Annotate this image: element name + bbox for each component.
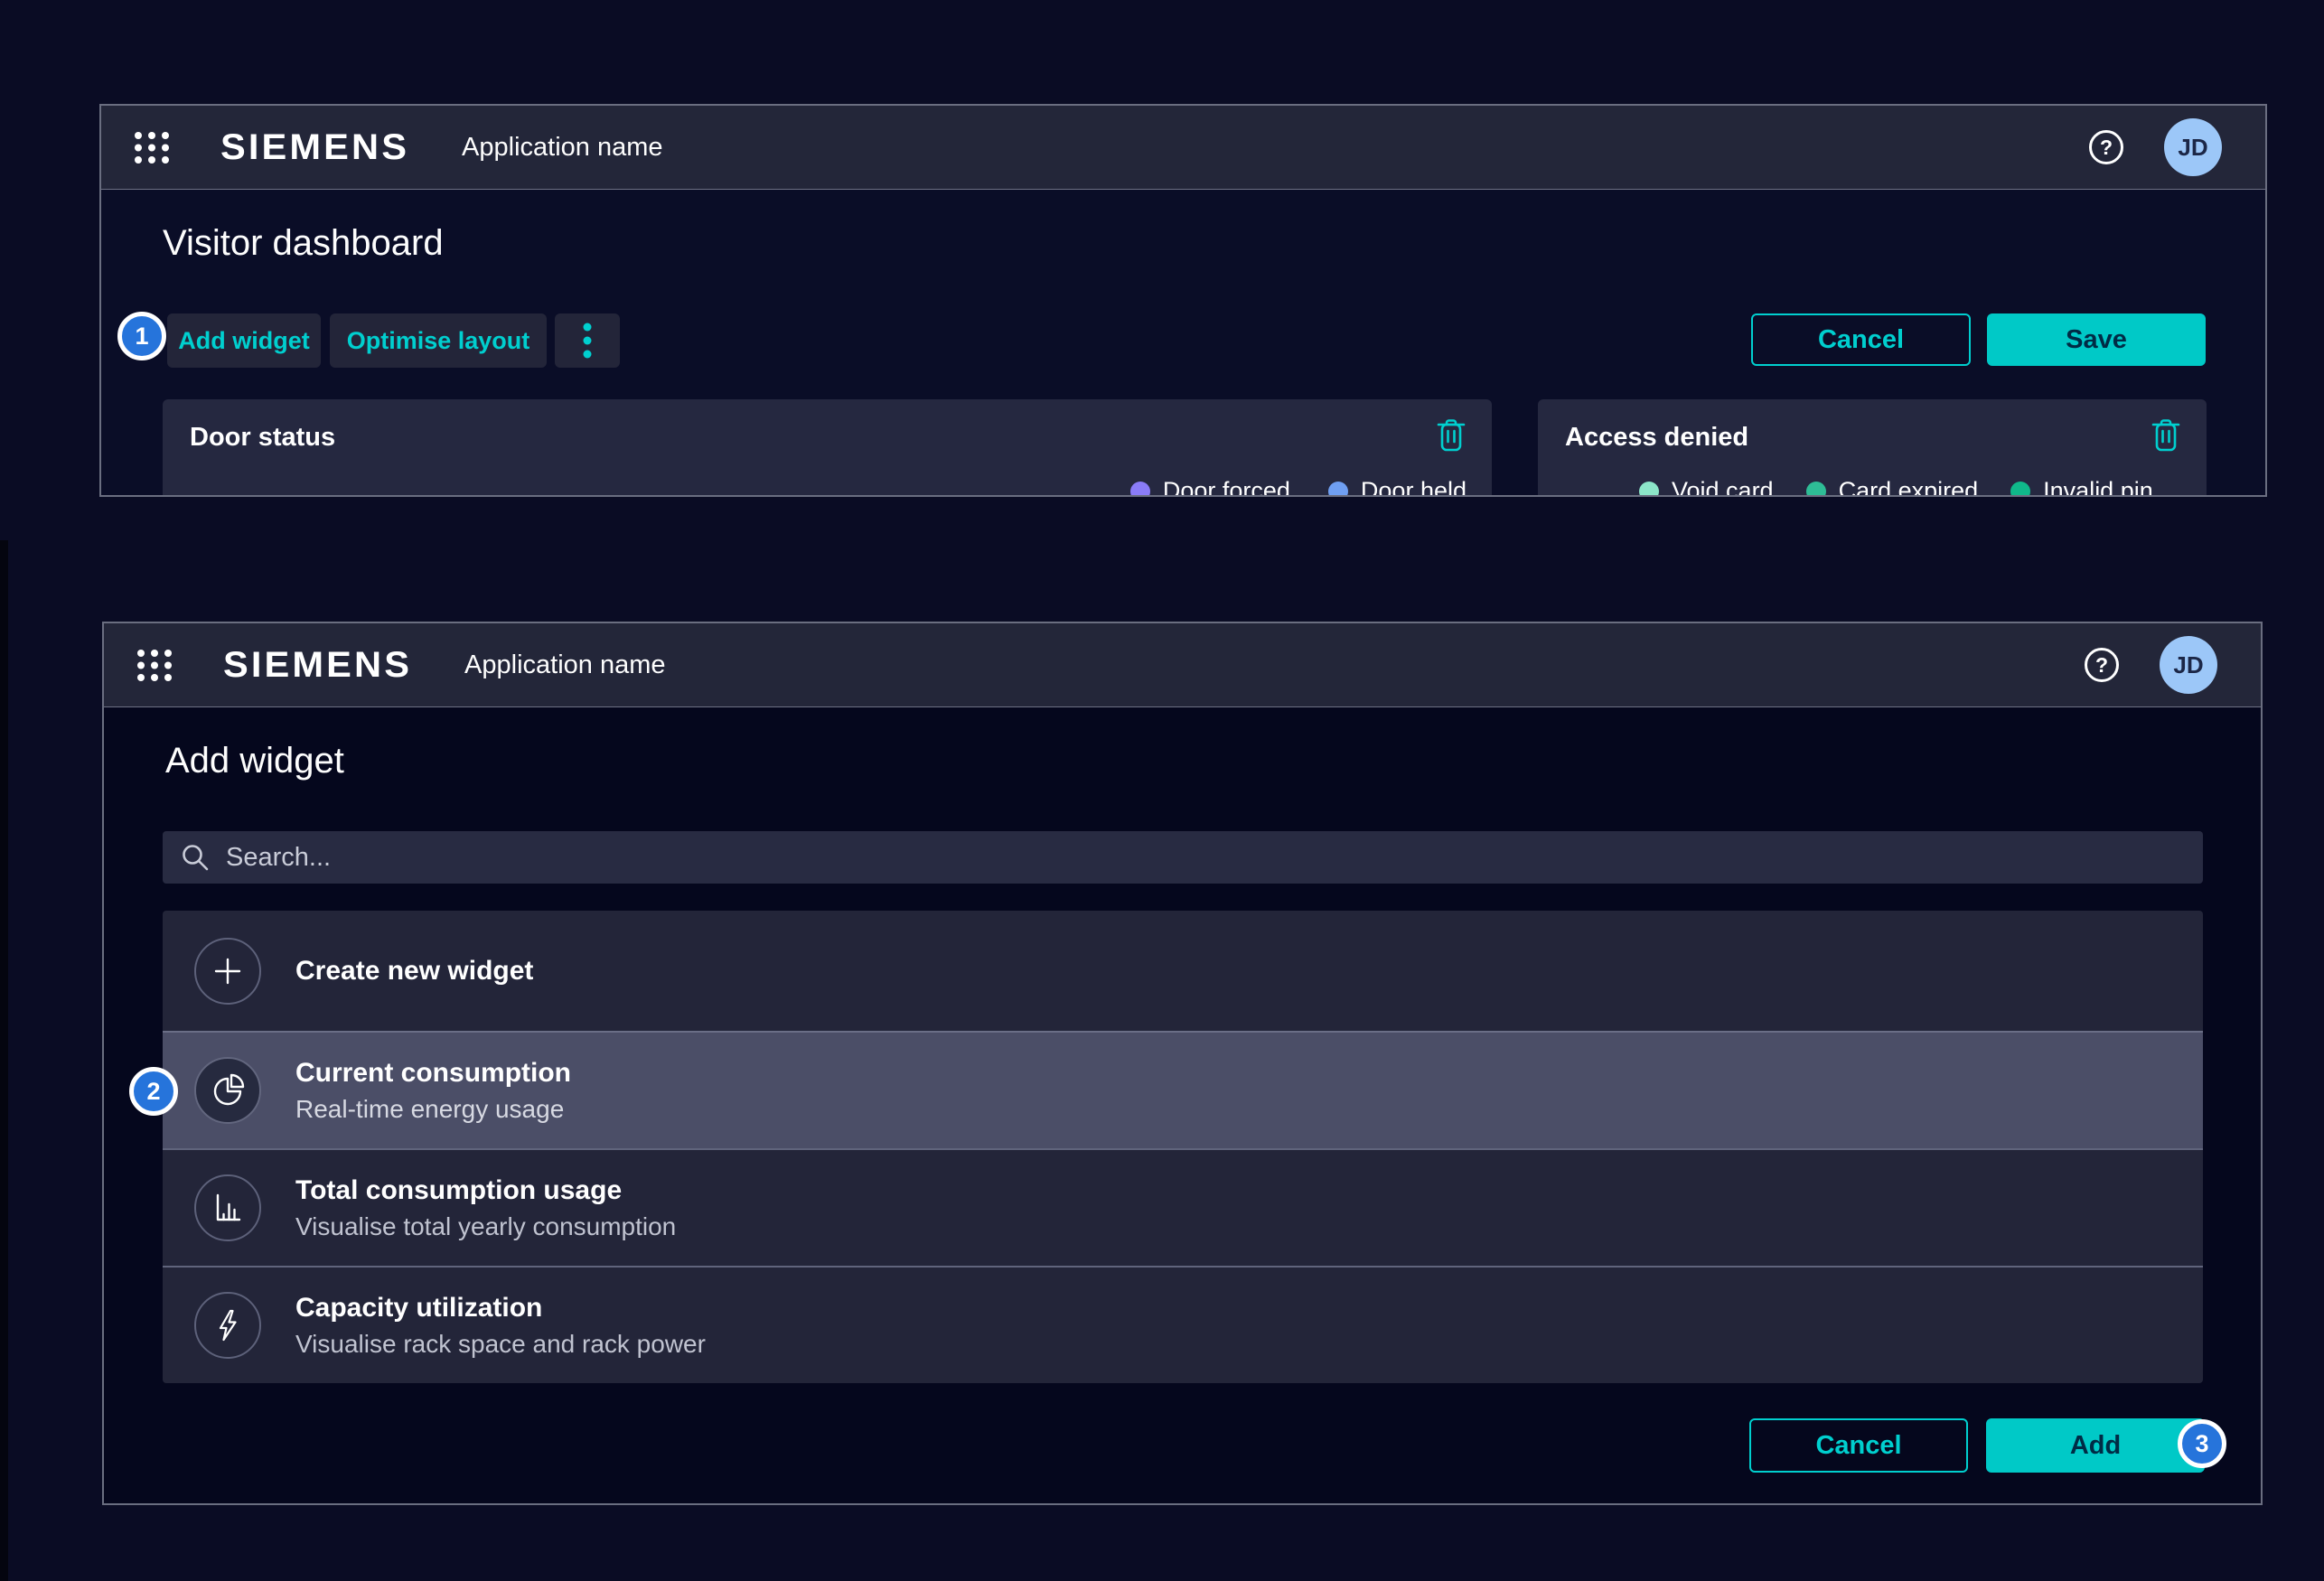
legend-label: Void card: [1672, 477, 1774, 497]
step-badge-3: 3: [2178, 1419, 2226, 1468]
delete-widget-button[interactable]: [1436, 417, 1468, 455]
legend-label: Door forced: [1163, 477, 1290, 497]
siemens-logo: SIEMENS: [220, 127, 409, 168]
list-item-subtitle: Real-time energy usage: [295, 1095, 571, 1124]
app-header: SIEMENS Application name ? JD: [104, 623, 2261, 707]
add-widget-screen: SIEMENS Application name ? JD Add widget…: [102, 622, 2263, 1505]
optimise-layout-button[interactable]: Optimise layout: [330, 313, 547, 368]
dialog-title: Add widget: [165, 741, 344, 781]
add-button[interactable]: Add: [1986, 1418, 2205, 1473]
question-mark-icon: ?: [2095, 653, 2108, 678]
delete-widget-button[interactable]: [2151, 417, 2183, 455]
step-badge-1: 1: [117, 312, 166, 360]
visitor-dashboard-screen: SIEMENS Application name ? JD Visitor da…: [99, 104, 2267, 497]
widget-title: Door status: [190, 423, 335, 453]
avatar-initials: JD: [2178, 134, 2207, 162]
app-launcher-grid-icon[interactable]: [136, 649, 173, 682]
legend-dot: [1130, 482, 1150, 498]
app-name: Application name: [462, 133, 662, 163]
cancel-button[interactable]: Cancel: [1751, 313, 1971, 366]
legend-label: Door held: [1361, 477, 1467, 497]
legend-dot: [1328, 482, 1348, 498]
trash-icon: [2151, 417, 2181, 454]
legend-label: Card expired: [1839, 477, 1979, 497]
legend-dot: [2010, 482, 2030, 498]
access-denied-legend: Void card Card expired Invalid pin: [1639, 477, 2153, 497]
widget-card-door-status: Door status Door forced Door held: [163, 399, 1492, 497]
legend-item: Void card: [1639, 477, 1774, 497]
legend-label: Invalid pin: [2043, 477, 2153, 497]
list-item-total-consumption-usage[interactable]: Total consumption usage Visualise total …: [163, 1148, 2203, 1266]
list-item-subtitle: Visualise total yearly consumption: [295, 1212, 676, 1241]
door-status-legend: Door forced Door held: [1130, 477, 1467, 497]
search-input[interactable]: [226, 843, 2185, 873]
add-widget-button[interactable]: Add widget: [167, 313, 321, 368]
help-button[interactable]: ?: [2089, 130, 2123, 164]
bar-chart-icon: [211, 1192, 244, 1224]
legend-item: Door held: [1328, 477, 1467, 497]
step-badge-2: 2: [129, 1067, 178, 1116]
list-item-title: Capacity utilization: [295, 1293, 706, 1324]
app-launcher-grid-icon[interactable]: [134, 131, 170, 164]
list-item-title: Current consumption: [295, 1058, 571, 1089]
question-mark-icon: ?: [2100, 136, 2113, 160]
avatar-initials: JD: [2173, 651, 2203, 679]
cancel-button[interactable]: Cancel: [1749, 1418, 1968, 1473]
list-item-create-new-widget[interactable]: Create new widget: [163, 911, 2203, 1031]
lightning-icon: [211, 1308, 244, 1342]
user-avatar[interactable]: JD: [2160, 636, 2217, 694]
widget-card-access-denied: Access denied Void card Card expired Inv…: [1538, 399, 2207, 497]
app-name: Application name: [464, 650, 665, 680]
trash-icon: [1436, 417, 1467, 454]
overflow-menu-button[interactable]: [555, 313, 620, 368]
widget-type-list: Create new widget Current consumption Re…: [163, 911, 2203, 1383]
list-item-capacity-utilization[interactable]: Capacity utilization Visualise rack spac…: [163, 1266, 2203, 1383]
plus-icon: [214, 958, 241, 985]
figure-edge-strip: [0, 540, 8, 1581]
list-item-subtitle: Visualise rack space and rack power: [295, 1330, 706, 1359]
save-button[interactable]: Save: [1987, 313, 2206, 366]
legend-item: Door forced: [1130, 477, 1290, 497]
pie-chart-icon: [211, 1073, 245, 1108]
search-icon: [181, 843, 210, 872]
page-title: Visitor dashboard: [163, 223, 444, 264]
user-avatar[interactable]: JD: [2164, 118, 2222, 176]
app-header: SIEMENS Application name ? JD: [101, 106, 2265, 190]
kebab-icon: [583, 322, 592, 360]
legend-item: Card expired: [1806, 477, 1979, 497]
legend-dot: [1639, 482, 1659, 498]
search-bar: [163, 831, 2203, 884]
list-item-title: Total consumption usage: [295, 1175, 676, 1206]
list-item-title: Create new widget: [295, 956, 533, 987]
widget-title: Access denied: [1565, 423, 1748, 453]
list-item-current-consumption[interactable]: Current consumption Real-time energy usa…: [163, 1031, 2203, 1148]
legend-item: Invalid pin: [2010, 477, 2153, 497]
legend-dot: [1806, 482, 1826, 498]
siemens-logo: SIEMENS: [223, 645, 412, 686]
help-button[interactable]: ?: [2085, 648, 2119, 682]
